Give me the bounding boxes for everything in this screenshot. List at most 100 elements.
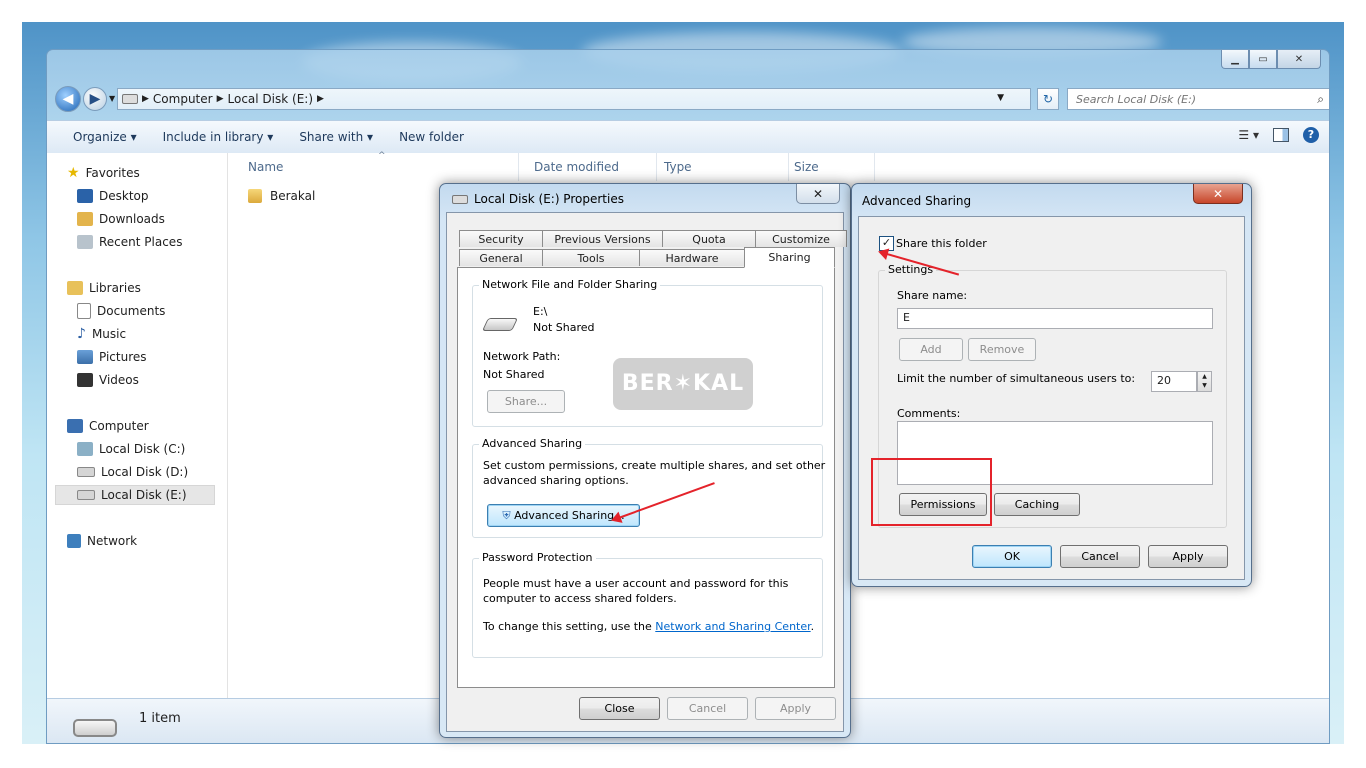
group-label: Advanced Sharing [479,437,586,450]
pictures-icon [77,350,93,364]
apply-button[interactable]: Apply [755,697,836,720]
new-folder-button[interactable]: New folder [399,130,464,144]
view-options-icon[interactable]: ☰ ▾ [1238,128,1259,142]
sharing-tab-page: Network File and Folder Sharing E:\ Not … [457,267,835,688]
network-sharing-center-link[interactable]: Network and Sharing Center [655,620,810,633]
column-divider[interactable] [656,153,657,181]
address-bar[interactable]: ▶ Computer ▶ Local Disk (E:) ▶ ▼ [117,88,1031,110]
nav-label: Local Disk (E:) [101,488,187,502]
network-path-label: Network Path: [483,350,561,363]
column-type[interactable]: Type [664,160,692,174]
share-button[interactable]: Share... [487,390,565,413]
nav-label: Favorites [85,166,140,180]
nav-network[interactable]: Network [67,531,137,551]
tab-tools[interactable]: Tools [542,249,640,266]
chevron-right-icon[interactable]: ▶ [142,94,149,104]
tab-customize[interactable]: Customize [755,230,847,247]
advanced-description-line2: advanced sharing options. [483,474,629,487]
cancel-button[interactable]: Cancel [667,697,748,720]
column-date-modified[interactable]: Date modified [534,160,619,174]
chevron-right-icon[interactable]: ▶ [317,94,324,104]
nav-label: Music [91,327,127,341]
nav-favorites[interactable]: ★ Favorites [67,163,140,183]
search-input[interactable] [1074,91,1308,107]
nav-downloads[interactable]: Downloads [77,209,165,229]
view-controls: ☰ ▾ ? [1238,127,1319,143]
cancel-button[interactable]: Cancel [1060,545,1140,568]
back-button[interactable]: ◀ [55,86,81,112]
history-dropdown-icon[interactable]: ▼ [109,94,115,103]
apply-button[interactable]: Apply [1148,545,1228,568]
advanced-description-line1: Set custom permissions, create multiple … [483,459,826,472]
share-name-input[interactable]: E [897,308,1213,329]
column-size[interactable]: Size [794,160,819,174]
column-divider[interactable] [788,153,789,181]
system-drive-icon [77,442,93,456]
annotation-highlight-box [871,458,992,526]
nav-local-disk-d[interactable]: Local Disk (D:) [77,462,188,482]
downloads-icon [77,212,93,226]
nav-recent-places[interactable]: Recent Places [77,232,182,252]
nav-local-disk-c[interactable]: Local Disk (C:) [77,439,185,459]
nav-libraries[interactable]: Libraries [67,278,141,298]
limit-users-label: Limit the number of simultaneous users t… [897,372,1136,385]
caching-button[interactable]: Caching [994,493,1080,516]
nav-pictures[interactable]: Pictures [77,347,147,367]
search-box[interactable]: ⌕ [1067,88,1329,110]
forward-button[interactable]: ▶ [83,87,107,111]
drive-icon [122,94,138,104]
maximize-button[interactable]: ▭ [1249,50,1277,69]
limit-users-input[interactable]: 20 [1151,371,1197,392]
breadcrumb-computer[interactable]: Computer [153,92,213,106]
tab-general[interactable]: General [459,249,543,266]
dialog-title: Advanced Sharing [862,194,972,208]
tab-security[interactable]: Security [459,230,543,247]
ok-button[interactable]: OK [972,545,1052,568]
close-button[interactable]: Close [579,697,660,720]
column-divider[interactable] [518,153,519,181]
share-with-menu[interactable]: Share with ▾ [299,130,373,144]
nav-computer[interactable]: Computer [67,416,149,436]
drive-icon [452,194,468,204]
address-dropdown-icon[interactable]: ▼ [997,93,1004,103]
nav-label: Documents [97,304,166,318]
nav-label: Computer [89,419,149,433]
nav-label: Downloads [99,212,165,226]
spinner-up-down-icon[interactable]: ▲ ▼ [1197,371,1212,392]
tab-hardware[interactable]: Hardware [639,249,745,266]
advanced-sharing-button-label: Advanced Sharing... [514,509,625,522]
refresh-icon[interactable]: ↻ [1037,88,1059,110]
preview-pane-icon[interactable] [1273,128,1289,142]
nav-label: Videos [99,373,139,387]
nav-music[interactable]: ♪ Music [77,324,126,344]
add-button[interactable]: Add [899,338,963,361]
organize-menu[interactable]: Organize ▾ [73,130,137,144]
file-item[interactable]: Berakal [248,189,315,203]
help-icon[interactable]: ? [1303,127,1319,143]
include-in-library-menu[interactable]: Include in library ▾ [163,130,274,144]
remove-button[interactable]: Remove [968,338,1036,361]
password-description-line2: computer to access shared folders. [483,592,677,605]
nav-documents[interactable]: Documents [77,301,165,321]
tab-quota[interactable]: Quota [662,230,756,247]
address-row: ◀ ▶ ▼ ▶ Computer ▶ Local Disk (E:) ▶ ▼ ↻… [55,86,1329,112]
column-divider[interactable] [874,153,875,181]
tab-previous-versions[interactable]: Previous Versions [542,230,663,247]
close-button[interactable]: ✕ [1277,50,1321,69]
search-icon[interactable]: ⌕ [1317,92,1324,107]
minimize-button[interactable]: ▁ [1221,50,1249,69]
nav-videos[interactable]: Videos [77,370,139,390]
close-icon[interactable]: ✕ [1193,184,1243,204]
close-icon[interactable]: ✕ [796,184,840,204]
nav-label: Desktop [99,189,149,203]
comments-label: Comments: [897,407,961,420]
chevron-right-icon[interactable]: ▶ [217,94,224,104]
breadcrumb-local-disk-e[interactable]: Local Disk (E:) [228,92,314,106]
share-folder-label[interactable]: Share this folder [896,237,987,250]
nav-desktop[interactable]: Desktop [77,186,149,206]
tab-sharing[interactable]: Sharing [744,247,835,268]
nav-local-disk-e[interactable]: Local Disk (E:) [55,485,215,505]
properties-dialog: Local Disk (E:) Properties ✕ Security Pr… [439,183,851,738]
file-name: Berakal [270,189,316,203]
column-name[interactable]: Name [248,160,283,174]
